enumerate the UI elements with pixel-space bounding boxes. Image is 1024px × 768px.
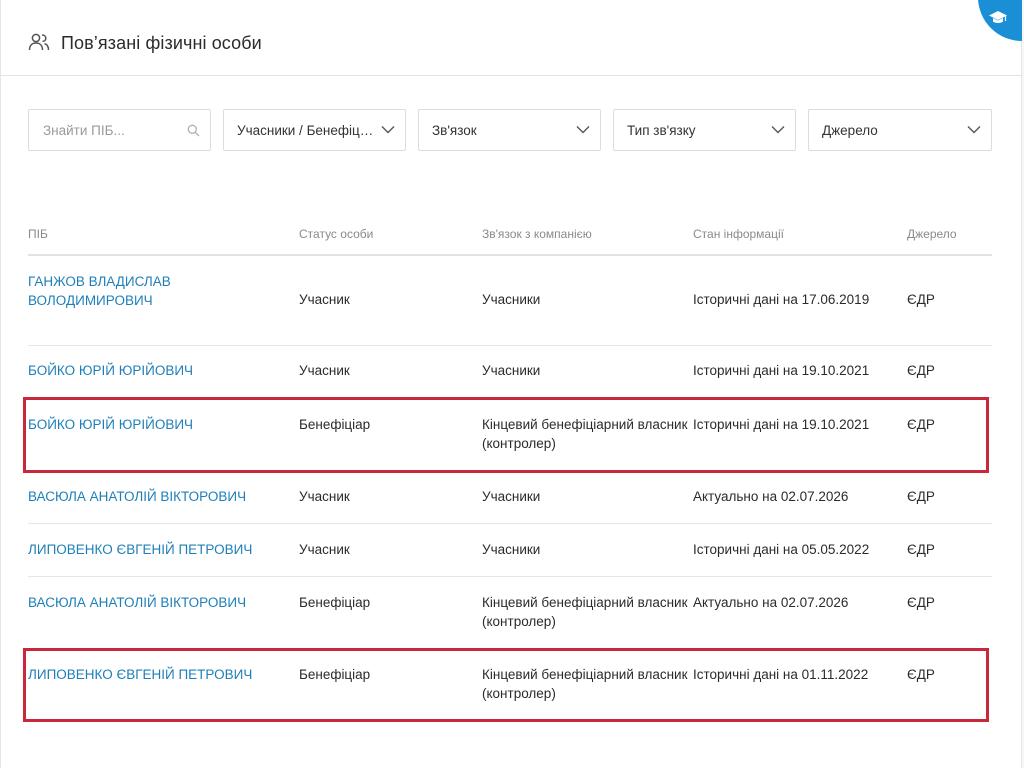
person-name-link[interactable]: ВАСЮЛА АНАТОЛІЙ ВІКТОРОВИЧ bbox=[28, 594, 278, 613]
info-state: Історичні дані на 05.05.2022 bbox=[693, 542, 870, 557]
relation-type-dropdown[interactable]: Тип зв'язку bbox=[613, 109, 796, 151]
info-state: Актуально на 02.07.2026 bbox=[693, 595, 849, 610]
company-relation: Учасники bbox=[482, 363, 541, 378]
table-row: ГАНЖОВ ВЛАДИСЛАВ ВОЛОДИМИРОВИЧ Учасник У… bbox=[28, 256, 992, 346]
person-name-link[interactable]: ГАНЖОВ ВЛАДИСЛАВ ВОЛОДИМИРОВИЧ bbox=[28, 273, 188, 310]
person-status: Бенефіціар bbox=[299, 595, 371, 610]
table-row: ВАСЮЛА АНАТОЛІЙ ВІКТОРОВИЧ Бенефіціар Кі… bbox=[28, 577, 992, 649]
chevron-down-icon bbox=[967, 126, 981, 134]
person-status: Учасник bbox=[299, 292, 350, 307]
table-row: ЛИПОВЕНКО ЄВГЕНІЙ ПЕТРОВИЧ Учасник Учасн… bbox=[28, 524, 992, 577]
person-name-link[interactable]: БОЙКО ЮРІЙ ЮРІЙОВИЧ bbox=[28, 362, 278, 381]
search-field[interactable] bbox=[28, 109, 211, 151]
column-header-relation[interactable]: Зв'язок з компанією bbox=[482, 227, 697, 241]
table-row: ЛИПОВЕНКО ЄВГЕНІЙ ПЕТРОВИЧ Бенефіціар Кі… bbox=[28, 649, 992, 721]
search-icon[interactable] bbox=[187, 124, 200, 137]
info-state: Історичні дані на 01.11.2022 bbox=[693, 667, 869, 682]
person-status: Учасник bbox=[299, 363, 350, 378]
company-relation: Кінцевий бенефіціарний власник (контроле… bbox=[482, 667, 688, 701]
source: ЄДР bbox=[907, 363, 935, 378]
filters-bar: Учасники / Бенефіціа... Зв'язок Тип зв'я… bbox=[28, 109, 992, 151]
source: ЄДР bbox=[907, 489, 935, 504]
table-row: ВАСЮЛА АНАТОЛІЙ ВІКТОРОВИЧ Учасник Учасн… bbox=[28, 471, 992, 524]
company-relation: Учасники bbox=[482, 489, 541, 504]
company-relation: Кінцевий бенефіціарний власник (контроле… bbox=[482, 595, 688, 629]
person-name-link[interactable]: ЛИПОВЕНКО ЄВГЕНІЙ ПЕТРОВИЧ bbox=[28, 666, 278, 685]
table-row: БОЙКО ЮРІЙ ЮРІЙОВИЧ Учасник Учасники Іст… bbox=[28, 346, 992, 398]
relation-type-dropdown-value: Тип зв'язку bbox=[627, 122, 696, 138]
column-header-status[interactable]: Статус особи bbox=[299, 227, 469, 241]
source: ЄДР bbox=[907, 595, 935, 610]
relation-dropdown-value: Зв'язок bbox=[432, 122, 477, 138]
participants-dropdown[interactable]: Учасники / Бенефіціа... bbox=[223, 109, 406, 151]
table-header: ПІБ Статус особи Зв'язок з компанією Ста… bbox=[28, 222, 992, 256]
person-status: Учасник bbox=[299, 489, 350, 504]
company-relation: Кінцевий бенефіціарний власник (контроле… bbox=[482, 417, 688, 451]
source-dropdown[interactable]: Джерело bbox=[808, 109, 992, 151]
chevron-down-icon bbox=[771, 126, 785, 134]
source-dropdown-value: Джерело bbox=[822, 122, 878, 138]
company-relation: Учасники bbox=[482, 542, 541, 557]
table-row: БОЙКО ЮРІЙ ЮРІЙОВИЧ Бенефіціар Кінцевий … bbox=[28, 398, 992, 471]
column-header-name[interactable]: ПІБ bbox=[28, 227, 278, 241]
company-relation: Учасники bbox=[482, 292, 541, 307]
person-name-link[interactable]: ВАСЮЛА АНАТОЛІЙ ВІКТОРОВИЧ bbox=[28, 488, 278, 507]
source: ЄДР bbox=[907, 292, 935, 307]
person-status: Бенефіціар bbox=[299, 417, 371, 432]
card-header: Пов’язані фізичні особи bbox=[1, 0, 1023, 76]
participants-dropdown-value: Учасники / Бенефіціа... bbox=[237, 122, 374, 138]
info-state: Історичні дані на 17.06.2019 bbox=[693, 292, 870, 307]
chevron-down-icon bbox=[576, 126, 590, 134]
relation-dropdown[interactable]: Зв'язок bbox=[418, 109, 601, 151]
info-state: Історичні дані на 19.10.2021 bbox=[693, 363, 870, 378]
person-name-link[interactable]: БОЙКО ЮРІЙ ЮРІЙОВИЧ bbox=[28, 416, 278, 435]
page-title: Пов’язані фізичні особи bbox=[61, 33, 262, 53]
source: ЄДР bbox=[907, 417, 935, 432]
person-name-link[interactable]: ЛИПОВЕНКО ЄВГЕНІЙ ПЕТРОВИЧ bbox=[28, 541, 278, 560]
source: ЄДР bbox=[907, 542, 935, 557]
source: ЄДР bbox=[907, 667, 935, 682]
column-header-info-state[interactable]: Стан інформації bbox=[693, 227, 903, 241]
person-status: Учасник bbox=[299, 542, 350, 557]
search-input[interactable] bbox=[29, 122, 179, 138]
chevron-down-icon bbox=[381, 126, 395, 134]
person-status: Бенефіціар bbox=[299, 667, 371, 682]
graduation-cap-icon bbox=[989, 11, 1007, 23]
column-header-source[interactable]: Джерело bbox=[907, 227, 987, 241]
people-icon bbox=[28, 33, 50, 51]
info-state: Історичні дані на 19.10.2021 bbox=[693, 417, 870, 432]
learning-badge[interactable] bbox=[976, 0, 1022, 45]
related-persons-card: Пов’язані фізичні особи Учасники / Бенеф… bbox=[0, 0, 1023, 768]
info-state: Актуально на 02.07.2026 bbox=[693, 489, 849, 504]
